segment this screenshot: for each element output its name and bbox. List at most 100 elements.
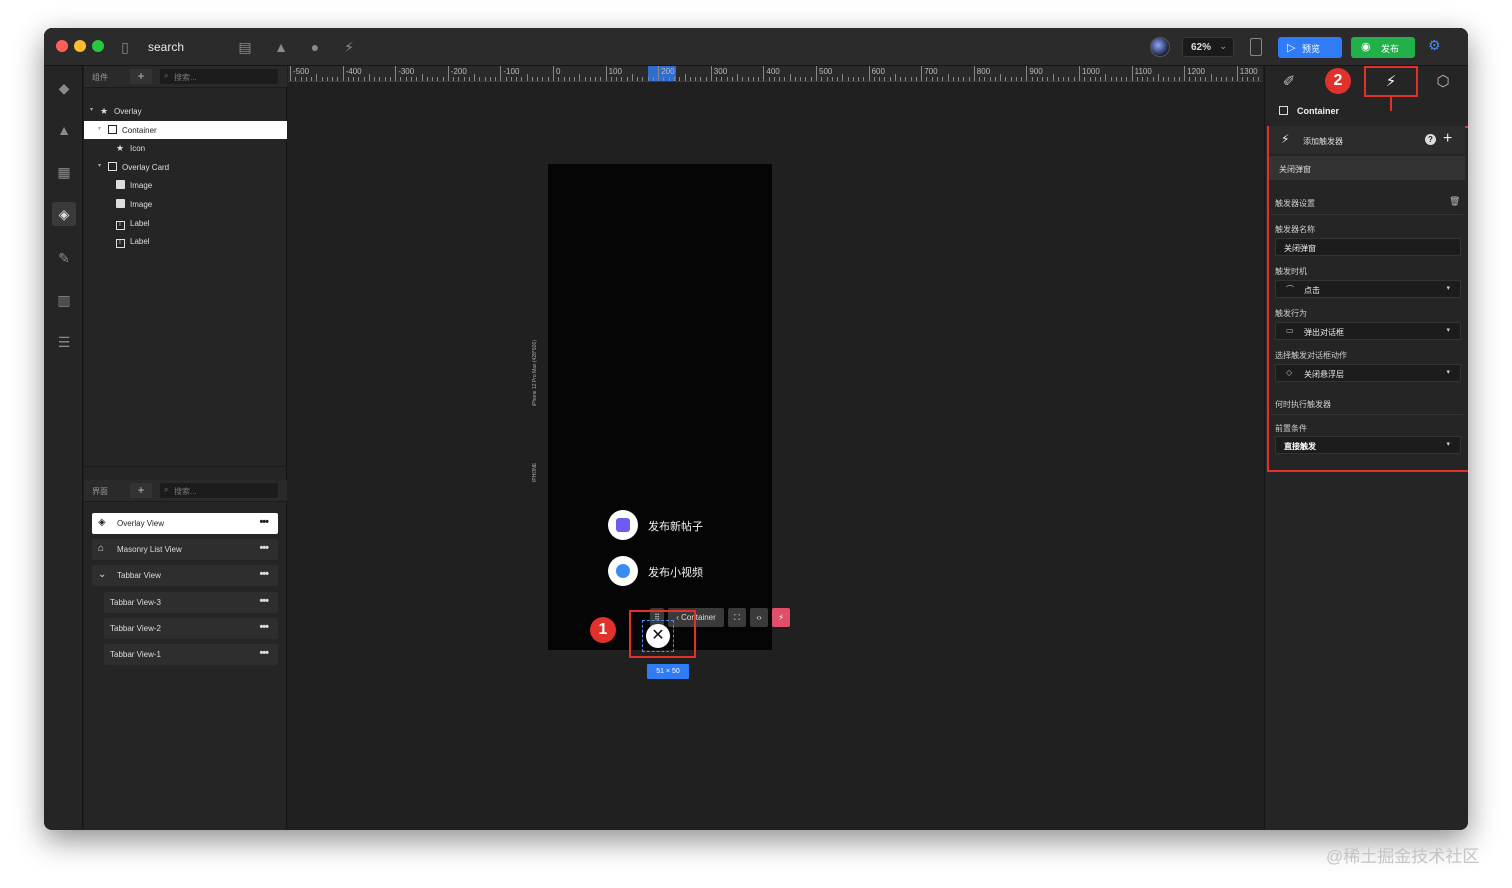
trigger-list-item[interactable]: 关闭弹窗 [1269, 156, 1465, 180]
page-search-input[interactable]: ⌕ 搜索... [160, 483, 278, 498]
device-type: IPHONE [532, 462, 538, 482]
zoom-dropdown[interactable]: 62% ⌄ [1182, 37, 1234, 57]
close-window-button[interactable] [56, 40, 68, 52]
ruler-minor-tick [563, 77, 565, 81]
layout-icon[interactable]: ▥ [52, 288, 76, 312]
code-icon[interactable]: ‹› [750, 608, 768, 627]
package-icon[interactable]: ⬡ [1429, 70, 1457, 94]
view-item[interactable]: ⌄ Tabbar View ••• [92, 565, 278, 587]
more-icon[interactable]: ••• [259, 621, 269, 633]
more-icon[interactable]: ••• [259, 516, 269, 528]
more-icon[interactable]: ••• [259, 568, 269, 580]
grid-icon[interactable]: ▦ [52, 160, 76, 184]
layers-icon[interactable]: ◈ [52, 202, 76, 226]
element-name-label: Container [1297, 106, 1340, 116]
tree-item[interactable]: T Label [84, 232, 287, 250]
ruler-minor-tick [311, 77, 313, 81]
trash-icon[interactable]: 🗑 [1449, 196, 1460, 207]
more-icon[interactable]: ••• [259, 542, 269, 554]
tree-item[interactable]: ▾ ★ Overlay [84, 102, 287, 120]
eye-icon: ◉ [1361, 41, 1371, 53]
menu-item-icon[interactable] [608, 510, 638, 540]
add-page-button[interactable]: + [130, 483, 152, 498]
design-canvas[interactable]: -500 -400 -300 -200 -100 0 100 200 300 400 500 600 7… [288, 66, 1263, 830]
expand-arrow-icon[interactable]: ▾ [98, 125, 101, 132]
chevron-down-icon: ▾ [1446, 369, 1450, 376]
view-item[interactable]: Tabbar View-3 ••• [104, 591, 278, 613]
ruler-label: 900 [1029, 67, 1043, 76]
ruler-minor-tick [510, 77, 512, 81]
preview-button[interactable]: ▷ 预览 [1278, 37, 1342, 58]
pin-icon[interactable]: ✎ [52, 246, 76, 270]
brush-icon[interactable]: ✐ [1275, 70, 1303, 94]
cube-icon[interactable]: ◆ [52, 76, 76, 100]
device-icon[interactable] [1250, 38, 1262, 56]
trigger-timing-label: 触发时机 [1275, 267, 1307, 276]
trigger-action-label: 触发行为 [1275, 309, 1307, 318]
view-item[interactable]: Tabbar View-1 ••• [104, 644, 278, 665]
square-icon [107, 161, 117, 172]
view-item[interactable]: Tabbar View-2 ••• [104, 617, 278, 639]
sliders-icon[interactable]: ⚙ [1428, 37, 1441, 54]
ruler-label: 300 [713, 67, 728, 76]
precondition-label: 前置条件 [1275, 424, 1307, 433]
ruler-minor-tick [1257, 77, 1259, 81]
square-icon [107, 124, 117, 135]
minimize-window-button[interactable] [74, 40, 86, 52]
ruler-minor-tick [784, 77, 786, 81]
ruler-minor-tick [689, 77, 691, 81]
expand-arrow-icon[interactable]: ▾ [90, 106, 93, 113]
shapes-icon[interactable]: ● [306, 38, 324, 56]
ruler-minor-tick [805, 77, 807, 81]
tree-item[interactable]: T Label [84, 214, 287, 232]
document-icon[interactable]: ▤ [236, 38, 254, 56]
trigger-action-value: 弹出对话框 [1304, 328, 1344, 337]
view-item-label: Masonry List View [117, 545, 182, 555]
help-icon[interactable]: ? [1425, 134, 1436, 145]
ruler-tick [447, 66, 449, 81]
pages-header: 界面 + ⌕ 搜索... [84, 480, 287, 502]
sidebar-toggle-icon[interactable]: ▯ [116, 38, 134, 56]
trigger-bolt-icon[interactable]: ⚡ [772, 608, 790, 627]
list-icon[interactable]: ☰ [52, 330, 76, 354]
watermark: @稀土掘金技术社区 [1326, 847, 1480, 866]
add-component-button[interactable]: + [130, 69, 152, 84]
zoom-window-button[interactable] [92, 40, 104, 52]
more-icon[interactable]: ••• [259, 647, 269, 659]
add-trigger-button[interactable]: + [1443, 130, 1452, 148]
trigger-name-field[interactable]: 关闭弹窗 [1275, 238, 1461, 256]
precondition-select[interactable]: 直接触发 ▾ [1275, 436, 1461, 454]
tree-item[interactable]: Image [84, 176, 287, 194]
flash-icon[interactable]: ⚡ [340, 38, 358, 56]
trigger-action-select[interactable]: ▭ 弹出对话框 ▾ [1275, 322, 1461, 340]
view-item[interactable]: ⌂ Masonry List View ••• [92, 539, 278, 561]
publish-button[interactable]: ◉ 发布 [1351, 37, 1415, 58]
components-icon[interactable]: ▲ [52, 118, 76, 142]
trigger-timing-select[interactable]: ⌒ 点击 ▾ [1275, 280, 1461, 298]
element-name: Container [1279, 106, 1339, 116]
panel-divider[interactable] [84, 466, 287, 472]
menu-item-label[interactable]: 发布新帖子 [648, 518, 703, 534]
component-search-input[interactable]: ⌕ 搜索... [160, 69, 278, 84]
tree-item[interactable]: ★ Icon [84, 139, 287, 157]
ruler-minor-tick [1147, 77, 1149, 81]
ruler-label: -400 [345, 67, 362, 76]
ruler-minor-tick [474, 74, 476, 81]
expand-icon[interactable]: ⛶ [728, 608, 746, 627]
menu-item-icon[interactable] [608, 556, 638, 586]
triangle-icon[interactable]: ▲ [272, 38, 290, 56]
dialog-action-select[interactable]: ◇ 关闭悬浮层 ▾ [1275, 364, 1461, 382]
trigger-timing-value: 点击 [1304, 286, 1320, 295]
view-item[interactable]: ◈ Overlay View ••• [92, 513, 278, 534]
ruler-minor-tick [684, 74, 686, 81]
ruler-minor-tick [800, 77, 802, 81]
more-icon[interactable]: ••• [259, 595, 269, 607]
tree-item[interactable]: ▾ Overlay Card [84, 158, 287, 176]
tree-item[interactable]: Image [84, 195, 287, 213]
expand-arrow-icon[interactable]: ▾ [98, 162, 101, 169]
tree-item[interactable]: ▾ Container [84, 120, 287, 139]
ruler-label: -100 [503, 67, 520, 76]
avatar[interactable] [1150, 37, 1170, 57]
tree-item-label: Overlay Card [122, 162, 170, 172]
menu-item-label[interactable]: 发布小视频 [648, 564, 703, 580]
